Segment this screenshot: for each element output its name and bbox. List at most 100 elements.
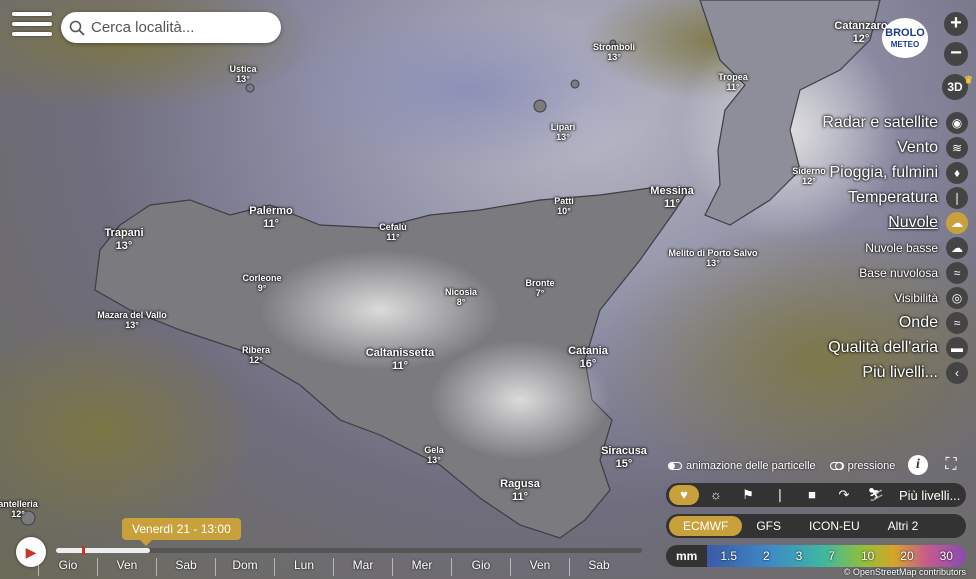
city-label[interactable]: Ustica 13° [229,64,256,85]
brolo-meteo-logo[interactable]: BROLO METEO [882,18,928,58]
sun-cloud-icon[interactable]: ☼ [701,485,731,505]
city-label[interactable]: Gela 13° [424,445,444,466]
fullscreen-icon[interactable]: ⛶ [941,455,961,475]
camera-icon[interactable]: ■ [797,485,827,505]
layer-item[interactable]: Nuvole ☁ [822,210,968,235]
city-label[interactable]: Mazara del Vallo 13° [97,310,167,331]
city-name: Siderno [792,166,826,176]
city-name: Mazara del Vallo [97,310,167,320]
city-label[interactable]: Patti 10° [554,196,574,217]
legend-value: 10 [860,549,875,563]
model-option[interactable]: GFS [742,516,795,536]
city-temperature: 13° [427,455,441,466]
more-products-button[interactable]: Più livelli... [899,488,960,503]
city-label[interactable]: antelleria 12° [0,499,38,520]
timeline-day[interactable]: Ven [510,558,569,576]
map-attribution[interactable]: © OpenStreetMap contributors [844,567,966,577]
layer-item[interactable]: Onde ≈ [822,310,968,335]
product-bar: ♥ ☼ ⚑ ❘ ■ ↷ ⛷ Più livelli... [666,483,966,507]
search-box[interactable] [61,12,281,43]
city-label[interactable]: Bronte 7° [526,278,555,299]
city-label[interactable]: Catania 16° [568,345,608,370]
city-temperature: 11° [663,197,681,210]
timeline-now-marker [82,546,85,555]
city-name: Melito di Porto Salvo [668,248,758,258]
city-name: Patti [554,196,574,206]
city-label[interactable]: Nicosia 8° [445,287,477,308]
particles-label[interactable]: animazione delle particelle [686,460,816,472]
layer-item[interactable]: Pioggia, fulmini ♦ [822,160,968,185]
city-label[interactable]: Lipari 13° [551,122,576,143]
model-option[interactable]: Altri 2 [874,516,933,536]
timeline-day[interactable]: Mer [392,558,451,576]
layer-item[interactable]: Nuvole basse ☁ [822,235,968,260]
city-label[interactable]: Catanzaro 12° [834,20,887,45]
city-label[interactable]: Messina 11° [650,185,693,210]
city-label[interactable]: Stromboli 13° [593,42,635,63]
city-temperature: 10° [557,206,571,217]
zoom-out-button[interactable]: − [944,42,968,66]
waves-icon: ≈ [946,311,968,334]
timeline-day[interactable]: Mar [333,558,392,576]
city-name: Tropea [718,72,748,82]
city-temperature: 12° [852,32,870,45]
timeline-day[interactable]: Lun [274,558,333,576]
zoom-in-button[interactable]: + [944,12,968,36]
timeline-day[interactable]: Ven [97,558,156,576]
city-name: Corleone [242,273,282,283]
particles-toggle[interactable] [668,462,682,470]
island [570,79,580,89]
layer-item[interactable]: Vento ≋ [822,135,968,160]
timeline-day[interactable]: Sab [156,558,215,576]
city-name: Trapani [104,227,144,239]
city-label[interactable]: Melito di Porto Salvo 13° [668,248,757,269]
wave-icon[interactable]: ↷ [829,485,859,505]
model-option[interactable]: ICON-EU [795,516,874,536]
timeline-day[interactable]: Dom [215,558,274,576]
city-label[interactable]: Corleone 9° [242,273,281,294]
layer-item[interactable]: Visibilità ◎ [822,285,968,310]
city-label[interactable]: Tropea 11° [718,72,748,93]
map-view[interactable]: Ustica 13° Stromboli 13° Catanzaro 12° Tropea 1… [0,0,976,579]
layer-item[interactable]: Qualità dell'aria ▬ [822,335,968,360]
search-input[interactable] [91,19,271,36]
city-temperature: 12° [11,509,25,520]
layer-label: Onde [898,313,938,331]
city-temperature: 13° [236,74,250,85]
model-option[interactable]: ECMWF [669,516,743,536]
3d-view-button[interactable]: 3D ♛ [942,74,973,100]
timeline-day[interactable]: Sab [569,558,628,576]
city-name: Siracusa [601,445,647,457]
city-label[interactable]: Ribera 12° [242,345,270,366]
info-icon[interactable]: i [908,455,928,475]
pressure-toggle[interactable] [829,462,844,470]
city-label[interactable]: Trapani 13° [104,227,143,252]
timeline-slider[interactable] [56,546,642,555]
city-name: Palermo [249,205,293,217]
heart-icon[interactable]: ♥ [669,485,699,505]
city-label[interactable]: Palermo 11° [249,205,292,230]
timeline-day[interactable]: Gio [38,558,97,576]
legend-value: 2 [762,549,770,563]
timeline-day[interactable]: Gio [451,558,510,576]
cloud-icon: ☁ [946,211,968,234]
island [533,99,547,113]
legend-unit: mm [666,545,708,567]
city-name: Bronte [525,278,555,288]
hamburger-menu-icon[interactable] [12,12,52,44]
layer-item[interactable]: Più livelli... ‹ [822,360,968,385]
layer-item[interactable]: Radar e satellite ◉ [822,110,968,135]
city-label[interactable]: Siracusa 15° [601,445,647,470]
thermometer-icon[interactable]: ❘ [765,485,795,505]
city-label[interactable]: Ragusa 11° [500,478,540,503]
thermometer-icon: ❘ [946,186,968,209]
ski-icon[interactable]: ⛷ [861,485,891,505]
city-label[interactable]: Cefalù 11° [379,222,407,243]
layer-item[interactable]: Temperatura ❘ [822,185,968,210]
layer-item[interactable]: Base nuvolosa ≈ [822,260,968,285]
island [245,83,255,93]
city-label[interactable]: Caltanissetta 11° [366,347,434,372]
pressure-label[interactable]: pressione [848,460,896,472]
flag-icon[interactable]: ⚑ [733,485,763,505]
city-label[interactable]: Siderno 12° [792,166,826,187]
